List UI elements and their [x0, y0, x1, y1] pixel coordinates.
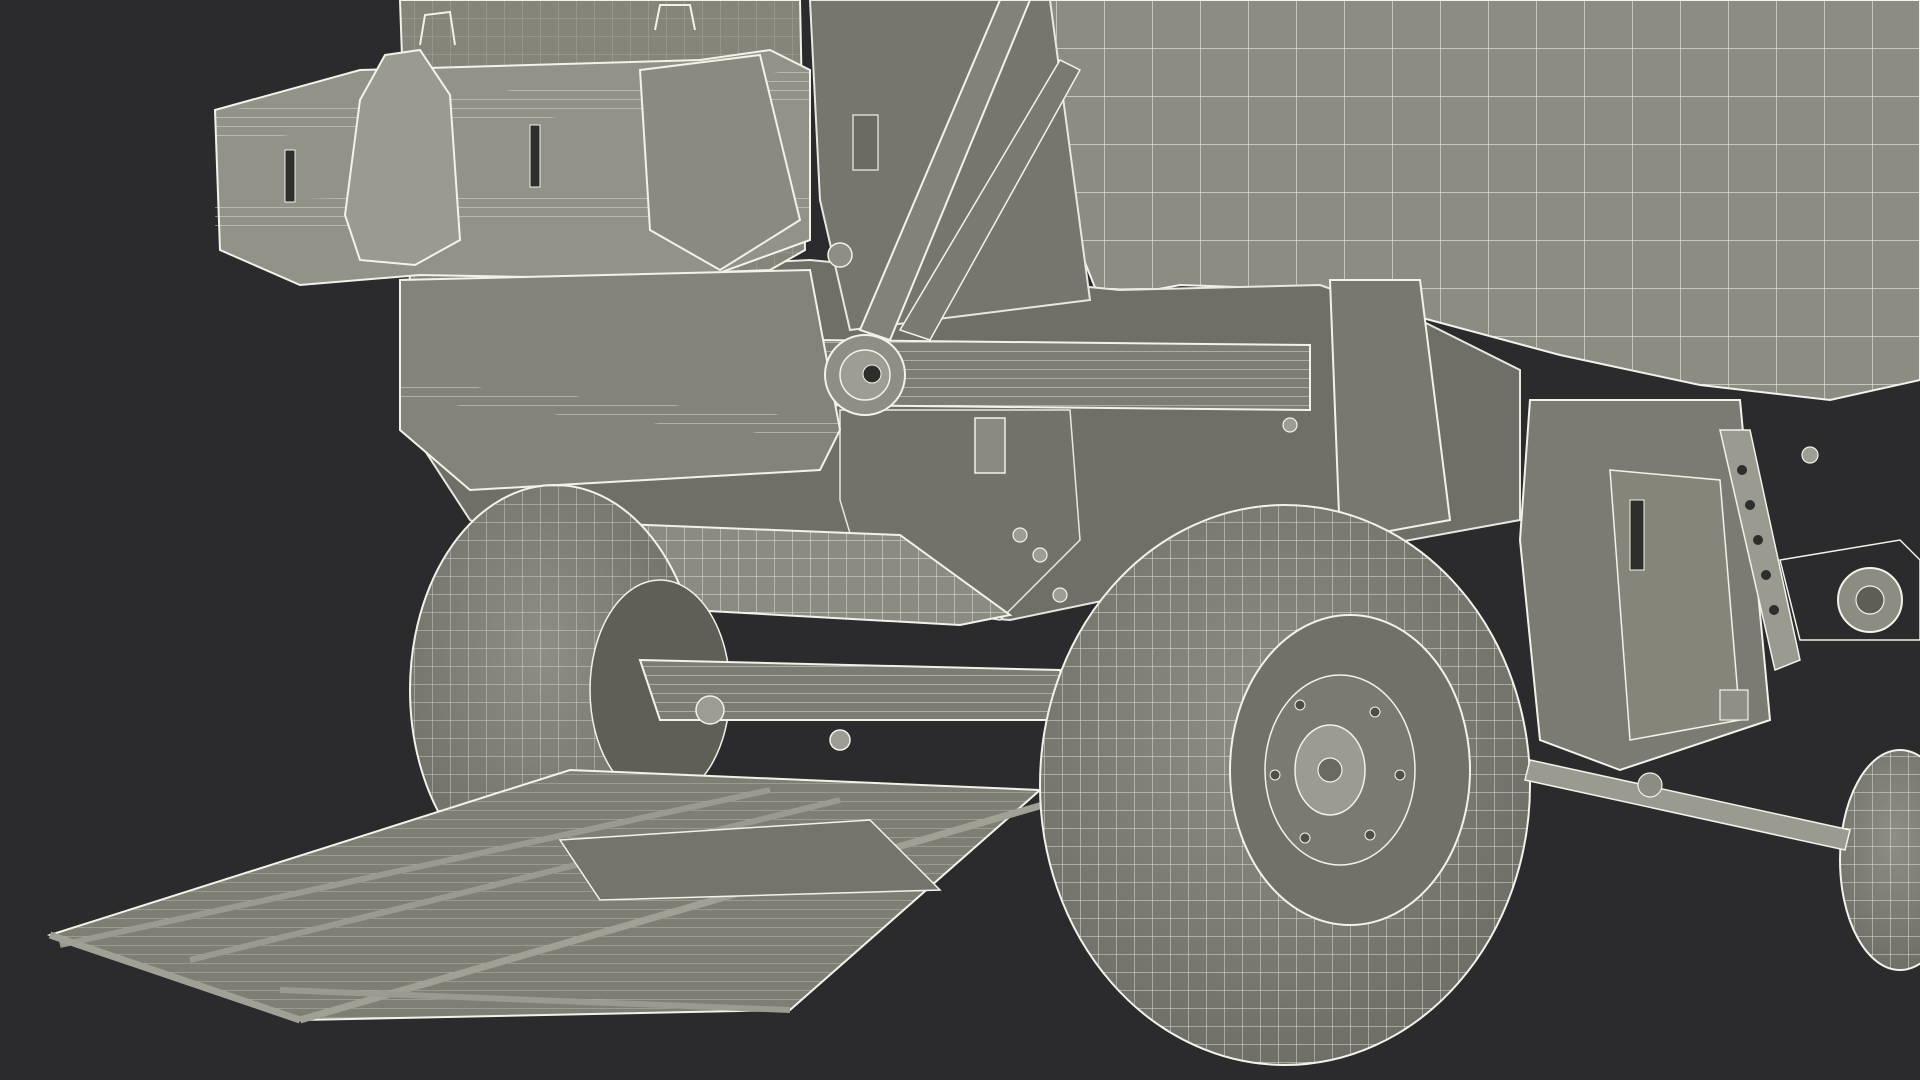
main-tire: [1039, 504, 1531, 1066]
bolt: [695, 695, 725, 725]
bolt: [829, 729, 851, 751]
lug-nut: [1369, 706, 1381, 718]
front-guard: [213, 0, 879, 287]
slot: [852, 114, 879, 171]
bale-ramp: [46, 768, 1061, 1024]
slot: [529, 124, 541, 188]
slot: [284, 149, 296, 203]
lug-nut: [1299, 832, 1311, 844]
tie-rod: [1524, 759, 1851, 851]
slot: [1629, 499, 1645, 571]
lug-nut: [1294, 699, 1306, 711]
lug-nut: [1364, 829, 1376, 841]
lug-nut: [1269, 769, 1281, 781]
lug-nut: [1394, 769, 1406, 781]
drive-housing: [1518, 399, 1920, 772]
baler-wireframe-render: [46, 0, 1920, 1066]
render-viewport: [0, 0, 1920, 1080]
right-partial-tire: [1839, 749, 1920, 971]
frame-bracket: [974, 417, 1006, 474]
